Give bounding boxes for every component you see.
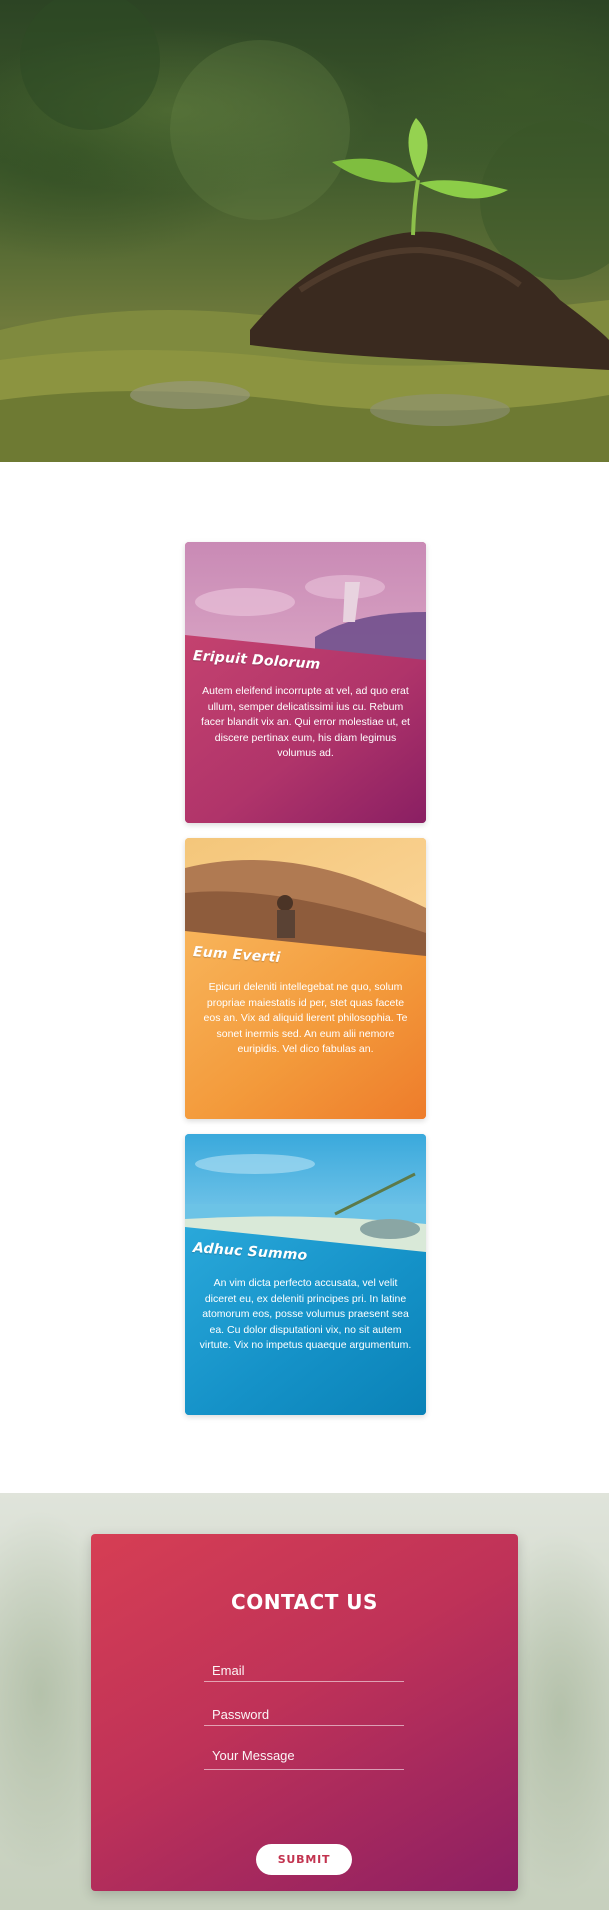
card-diagonal-band — [185, 635, 426, 823]
message-field[interactable] — [204, 1744, 404, 1769]
email-field-wrapper — [204, 1656, 404, 1682]
contact-title: CONTACT US — [231, 1590, 378, 1614]
card-diagonal-band — [185, 931, 426, 1119]
card-text: An vim dicta perfecto accusata, vel veli… — [199, 1277, 412, 1351]
card-diagonal-band — [185, 1227, 426, 1415]
card-text: Epicuri deleniti intellegebat ne quo, so… — [203, 981, 408, 1055]
card-text: Autem eleifend incorrupte at vel, ad quo… — [201, 685, 410, 759]
hero-image — [0, 0, 609, 462]
feature-card-1: Eripuit Dolorum Autem eleifend incorrupt… — [185, 542, 426, 823]
contact-form: CONTACT US SUBMIT — [91, 1534, 518, 1891]
seedling-illustration — [0, 0, 609, 462]
password-field[interactable] — [204, 1700, 404, 1725]
feature-card-2: Eum Everti Epicuri deleniti intellegebat… — [185, 838, 426, 1119]
feature-card-3: Adhuc Summo An vim dicta perfecto accusa… — [185, 1134, 426, 1415]
password-field-wrapper — [204, 1700, 404, 1726]
submit-button[interactable]: SUBMIT — [256, 1844, 352, 1875]
message-field-wrapper — [204, 1744, 404, 1770]
email-field[interactable] — [204, 1656, 404, 1681]
